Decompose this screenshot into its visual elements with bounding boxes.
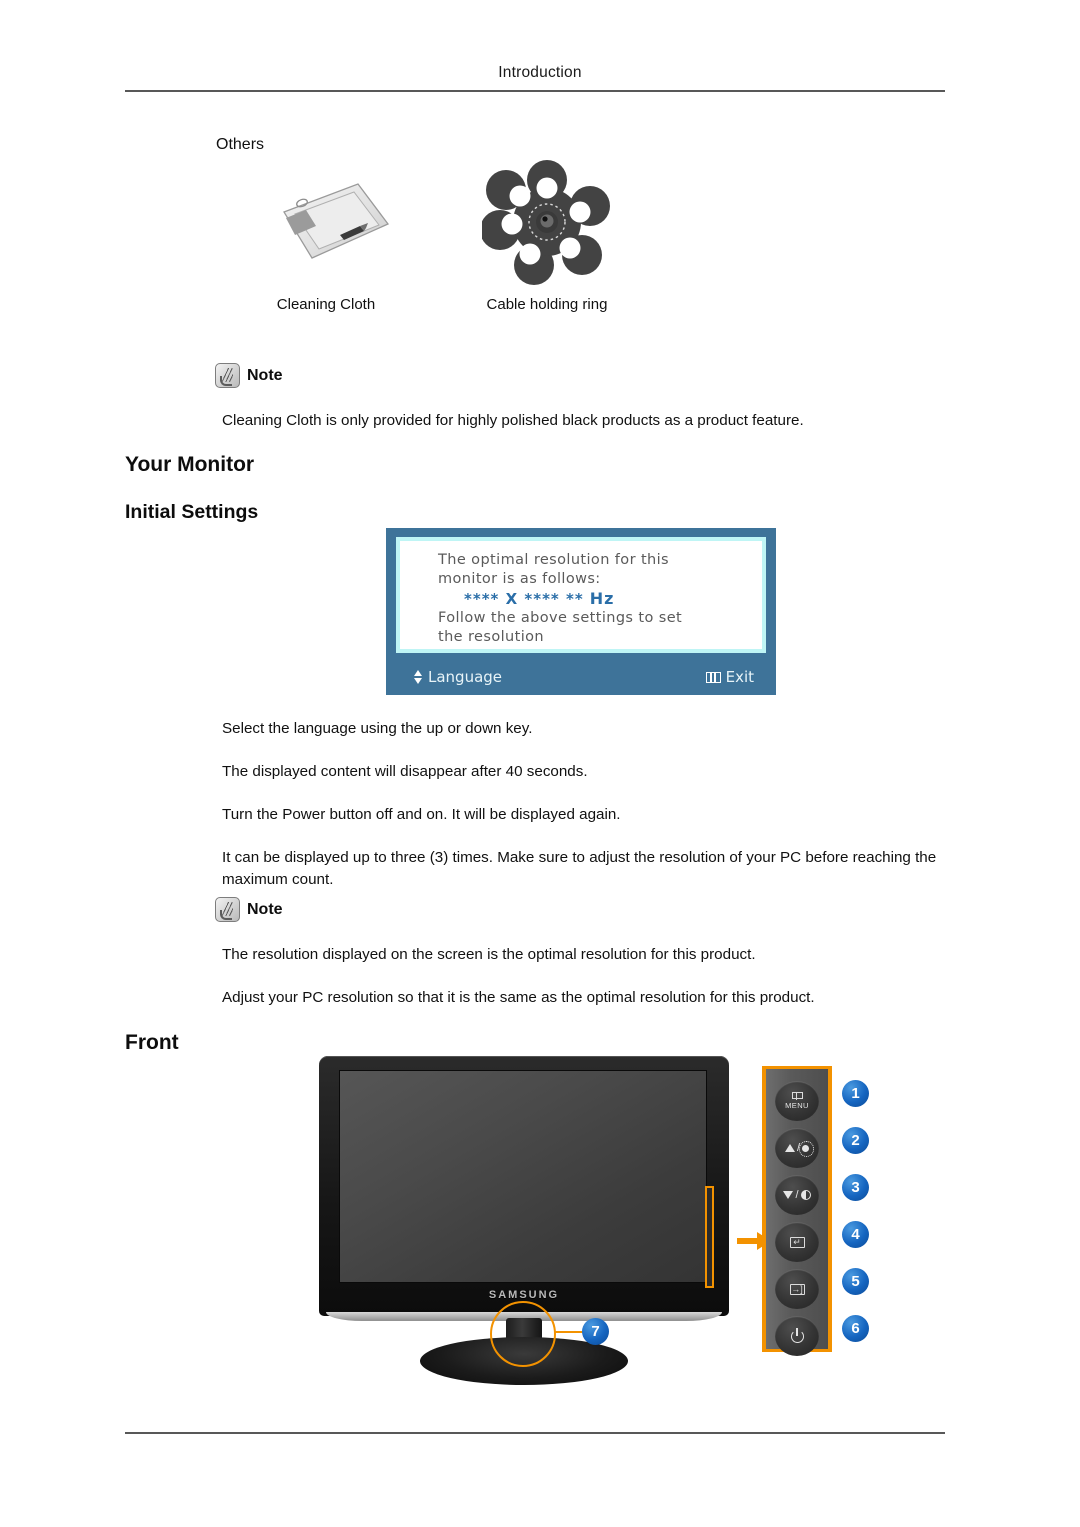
callout-1: 1 <box>842 1080 869 1107</box>
brightness-sun-icon <box>798 1141 815 1157</box>
up-brightness-icon: / <box>784 1141 815 1157</box>
power-button-icon <box>790 1327 804 1343</box>
osd-line-4: the resolution <box>438 629 544 645</box>
callout-4: 4 <box>842 1221 869 1248</box>
monitor-bezel <box>319 1056 729 1316</box>
enter-button-icon: ↵ <box>789 1236 805 1248</box>
osd-refresh-unit: Hz <box>589 589 615 608</box>
heading-initial-settings: Initial Settings <box>125 501 259 523</box>
menu-icon <box>705 671 721 683</box>
callout-6: 6 <box>842 1315 869 1342</box>
osd-footer: Language Exit <box>396 665 766 689</box>
body-paragraph-2: The displayed content will disappear aft… <box>222 763 588 780</box>
document-page: Introduction Others Cleaning Cloth Cable… <box>0 0 1080 1527</box>
up-brightness-button[interactable]: / <box>775 1128 819 1168</box>
triangle-up-icon <box>784 1144 795 1152</box>
callout-5: 5 <box>842 1268 869 1295</box>
up-down-arrow-icon <box>414 670 423 684</box>
callout-3: 3 <box>842 1174 869 1201</box>
body-paragraph-4: It can be displayed up to three (3) time… <box>222 849 937 888</box>
note-hand-icon <box>215 897 240 922</box>
cleaning-cloth-image <box>283 183 390 259</box>
cable-holding-ring-image <box>482 160 610 285</box>
down-contrast-button[interactable]: / <box>775 1175 819 1215</box>
control-panel-highlight <box>705 1186 714 1288</box>
note-2-paragraph-2: Adjust your PC resolution so that it is … <box>222 989 815 1006</box>
menu-button-icon <box>791 1091 803 1100</box>
callout-2: 2 <box>842 1127 869 1154</box>
osd-line-2: monitor is as follows: <box>438 571 601 587</box>
note-hand-icon <box>215 363 240 388</box>
front-control-panel: MENU / / ↵ →] <box>762 1066 832 1356</box>
source-button-icon: →] <box>789 1283 805 1295</box>
cleaning-cloth-caption: Cleaning Cloth <box>276 296 376 313</box>
down-contrast-icon: / <box>783 1188 811 1201</box>
enter-button[interactable]: ↵ <box>775 1222 819 1262</box>
header-divider <box>125 90 945 92</box>
monitor-screen <box>339 1070 707 1283</box>
heading-your-monitor: Your Monitor <box>125 453 255 476</box>
page-header-title: Introduction <box>498 64 582 81</box>
heading-front: Front <box>125 1031 179 1054</box>
cable-holding-ring-caption: Cable holding ring <box>486 296 608 313</box>
osd-exit-label: Exit <box>725 668 754 686</box>
slash-separator: / <box>795 1188 799 1201</box>
osd-content-area: The optimal resolution for this monitor … <box>396 537 766 653</box>
note-label-2: Note <box>247 900 283 918</box>
source-button[interactable]: →] <box>775 1269 819 1309</box>
samsung-logo: SAMSUNG <box>488 1289 560 1301</box>
osd-resolution-value: **** X **** ** <box>464 590 584 608</box>
callout-7: 7 <box>582 1318 609 1345</box>
monitor-front-illustration: SAMSUNG 7 <box>316 1056 771 1386</box>
osd-language-label: Language <box>428 668 503 686</box>
power-led-highlight-circle <box>490 1301 556 1367</box>
body-paragraph-1: Select the language using the up or down… <box>222 720 533 737</box>
triangle-down-icon <box>783 1191 794 1199</box>
osd-line-3: Follow the above settings to set <box>438 610 683 626</box>
osd-language-control[interactable]: Language <box>414 668 502 686</box>
body-paragraph-3: Turn the Power button off and on. It wil… <box>222 806 621 823</box>
note-label-1: Note <box>247 366 283 384</box>
others-label: Others <box>216 136 265 153</box>
footer-divider <box>125 1432 945 1434</box>
note-2-paragraph-1: The resolution displayed on the screen i… <box>222 946 756 963</box>
osd-resolution-line: **** X **** ** Hz <box>438 589 762 609</box>
osd-exit-control[interactable]: Exit <box>705 668 754 686</box>
menu-button[interactable]: MENU <box>775 1081 819 1121</box>
menu-button-label: MENU <box>785 1100 809 1110</box>
note-block-1: Note <box>215 363 283 388</box>
power-button[interactable] <box>775 1316 819 1356</box>
note-block-2: Note <box>215 897 283 922</box>
osd-initial-settings-screen: The optimal resolution for this monitor … <box>386 528 776 695</box>
note-1-text: Cleaning Cloth is only provided for high… <box>222 412 804 429</box>
contrast-half-circle-icon <box>800 1190 811 1200</box>
osd-line-1: The optimal resolution for this <box>438 552 670 568</box>
